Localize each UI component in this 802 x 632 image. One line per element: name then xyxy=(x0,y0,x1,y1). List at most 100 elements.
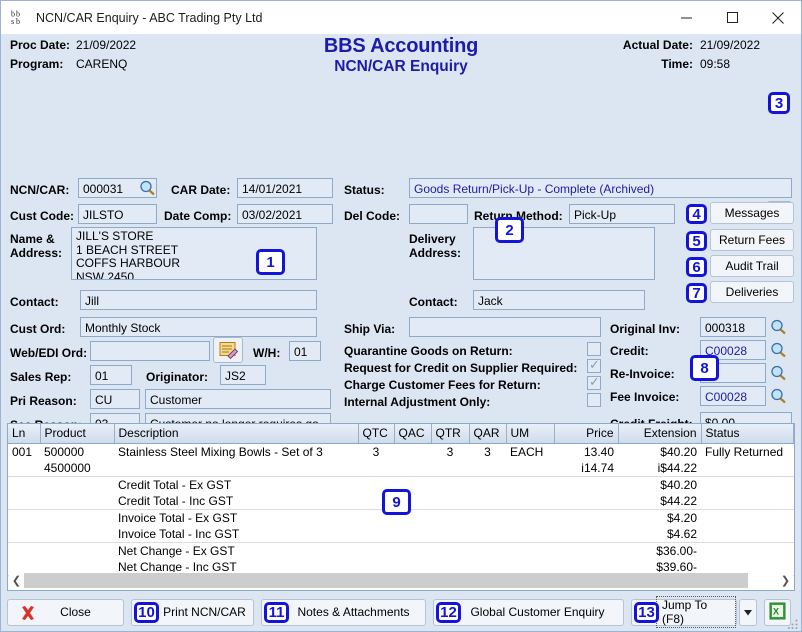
title-bar: b b s b NCN/CAR Enquiry - ABC Trading Pt… xyxy=(1,1,801,34)
re-invoice-search-icon[interactable] xyxy=(770,365,787,381)
callout-1: 1 xyxy=(256,249,285,275)
total-label-credit-inc-gst: Credit Total - Inc GST xyxy=(114,493,358,510)
cust-code-label: Cust Code: xyxy=(10,209,74,223)
cell-um: EACH xyxy=(506,443,554,460)
cell-empty-desc xyxy=(114,460,358,477)
warehouse-input[interactable]: 01 xyxy=(289,341,321,361)
status-label: Status: xyxy=(344,183,385,197)
red-x-icon xyxy=(20,605,36,624)
originator-input[interactable]: JS2 xyxy=(220,365,266,385)
grid-header-row: Ln Product Description QTC QAC QTR QAR U… xyxy=(8,424,794,443)
delivery-contact-input[interactable]: Jack xyxy=(473,290,645,310)
web-edi-ord-input[interactable] xyxy=(90,341,210,361)
program-value: CARENQ xyxy=(76,57,127,71)
col-status[interactable]: Status xyxy=(701,424,794,443)
notepad-pencil-icon[interactable] xyxy=(213,337,243,363)
ship-via-input[interactable] xyxy=(409,317,601,337)
total-label-invoice-inc-gst: Invoice Total - Inc GST xyxy=(114,526,358,543)
total-spacer xyxy=(8,493,114,510)
audit-trail-button[interactable]: Audit Trail xyxy=(710,255,794,277)
date-comp-input[interactable]: 03/02/2021 xyxy=(237,204,333,224)
close-toolbar-button[interactable]: Close xyxy=(7,599,124,626)
time-label: Time: xyxy=(661,57,693,71)
minimize-button[interactable] xyxy=(663,1,709,34)
jump-to-button[interactable]: 13 Jump To (F8) xyxy=(631,599,737,626)
credit-search-icon[interactable] xyxy=(770,342,787,358)
col-qtr[interactable]: QTR xyxy=(431,424,469,443)
sales-rep-input[interactable]: 01 xyxy=(90,365,132,385)
cust-ord-input[interactable]: Monthly Stock xyxy=(80,317,317,337)
col-qtc[interactable]: QTC xyxy=(358,424,394,443)
header-band: Proc Date: 21/09/2022 Program: CARENQ BB… xyxy=(1,34,801,86)
cell-empty-qtr xyxy=(431,460,469,477)
callout-12: 12 xyxy=(436,602,461,623)
delivery-contact-label: Contact: xyxy=(409,295,458,309)
chevron-down-icon xyxy=(744,605,752,619)
col-ln[interactable]: Ln xyxy=(8,424,40,443)
callout-2: 2 xyxy=(495,217,524,243)
contact-label: Contact: xyxy=(10,295,59,309)
deliveries-button[interactable]: Deliveries xyxy=(710,281,794,303)
maximize-button[interactable] xyxy=(709,1,755,34)
col-product[interactable]: Product xyxy=(40,424,114,443)
pri-reason-code-input[interactable]: CU xyxy=(90,389,140,409)
messages-button[interactable]: Messages xyxy=(710,202,794,224)
ncn-car-search-icon[interactable] xyxy=(139,180,156,196)
cell-qtr: 3 xyxy=(431,443,469,460)
name-address-label-line2: Address: xyxy=(10,246,62,260)
col-qac[interactable]: QAC xyxy=(394,424,431,443)
cell-empty-status xyxy=(701,460,794,477)
total-status-blank xyxy=(701,509,794,526)
col-description[interactable]: Description xyxy=(114,424,358,443)
col-um[interactable]: UM xyxy=(506,424,554,443)
close-button[interactable] xyxy=(755,1,801,34)
return-method-input[interactable]: Pick-Up xyxy=(569,204,675,224)
time-value: 09:58 xyxy=(700,57,760,71)
callout-6: 6 xyxy=(686,257,707,277)
warehouse-label: W/H: xyxy=(253,346,280,360)
charge-fees-checkbox[interactable] xyxy=(587,376,601,390)
print-ncn-car-button[interactable]: 10 Print NCN/CAR xyxy=(131,599,254,626)
bbs-monogram-icon: b b s b xyxy=(10,9,27,26)
notes-attachments-button[interactable]: 11 Notes & Attachments xyxy=(261,599,426,626)
cust-code-input[interactable]: JILSTO xyxy=(78,204,157,224)
total-value-credit-ex-gst: $40.20 xyxy=(618,476,701,493)
header-left-info: Proc Date: 21/09/2022 Program: CARENQ xyxy=(10,38,136,76)
scroll-left-arrow[interactable]: ❮ xyxy=(9,574,24,587)
del-code-label: Del Code: xyxy=(344,209,400,223)
excel-export-icon: X xyxy=(769,602,786,623)
window-resize-grip[interactable] xyxy=(788,618,798,628)
web-edi-ord-label: Web/EDI Ord: xyxy=(10,346,87,360)
global-customer-enquiry-button[interactable]: 12 Global Customer Enquiry xyxy=(433,599,624,626)
cell-description: Stainless Steel Mixing Bowls - Set of 3 xyxy=(114,443,358,460)
contact-input[interactable]: Jill xyxy=(80,290,317,310)
col-price[interactable]: Price xyxy=(554,424,618,443)
jump-to-dropdown-button[interactable] xyxy=(739,599,757,626)
request-credit-checkbox[interactable] xyxy=(587,359,601,373)
scroll-track[interactable] xyxy=(24,573,778,588)
table-row[interactable]: 001 500000 Stainless Steel Mixing Bowls … xyxy=(8,443,794,460)
excel-export-button[interactable]: X xyxy=(764,599,791,626)
cell-price-2: i14.74 xyxy=(554,460,618,477)
car-date-input[interactable]: 14/01/2021 xyxy=(237,178,333,198)
col-extension[interactable]: Extension xyxy=(618,424,701,443)
original-inv-input[interactable]: 000318 xyxy=(700,317,766,337)
fee-invoice-search-icon[interactable] xyxy=(770,388,787,404)
actual-date-label: Actual Date: xyxy=(623,38,693,52)
cell-empty-qar xyxy=(469,460,506,477)
window-title: NCN/CAR Enquiry - ABC Trading Pty Ltd xyxy=(36,11,262,25)
actual-date-value: 21/09/2022 xyxy=(700,38,760,52)
original-inv-search-icon[interactable] xyxy=(770,319,787,335)
scroll-thumb[interactable] xyxy=(24,573,748,588)
total-status-blank xyxy=(701,476,794,493)
internal-adjustment-checkbox[interactable] xyxy=(587,393,601,407)
fee-invoice-input[interactable]: C00028 xyxy=(700,386,766,406)
cell-qac xyxy=(394,443,431,460)
return-fees-button[interactable]: Return Fees xyxy=(710,229,794,251)
quarantine-goods-checkbox[interactable] xyxy=(587,342,601,356)
scroll-right-arrow[interactable]: ❯ xyxy=(778,574,793,587)
col-qar[interactable]: QAR xyxy=(469,424,506,443)
grid-horizontal-scrollbar[interactable]: ❮ ❯ xyxy=(9,572,793,589)
del-code-input[interactable] xyxy=(409,204,468,224)
pri-reason-desc-input: Customer xyxy=(145,389,331,409)
